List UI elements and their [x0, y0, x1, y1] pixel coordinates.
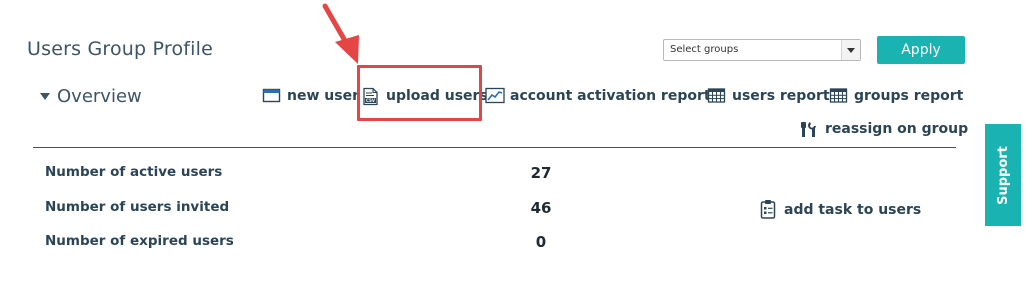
- clipboard-icon: [759, 199, 778, 220]
- account-activation-report-link[interactable]: account activation report: [485, 87, 711, 104]
- reassign-on-group-link[interactable]: reassign on group: [800, 120, 968, 137]
- account-activation-report-label: account activation report: [510, 87, 711, 104]
- reassign-on-group-label: reassign on group: [825, 120, 969, 137]
- page-title: Users Group Profile: [27, 38, 214, 60]
- overview-toggle[interactable]: Overview: [40, 86, 142, 107]
- highlight-box: [357, 65, 482, 121]
- apply-button[interactable]: Apply: [877, 36, 965, 64]
- group-select-value: Select groups: [670, 44, 739, 55]
- section-divider: [33, 147, 956, 148]
- line-chart-icon: [485, 87, 505, 104]
- groups-report-label: groups report: [854, 87, 964, 104]
- groups-report-link[interactable]: groups report: [829, 87, 963, 104]
- chevron-down-icon[interactable]: [841, 40, 860, 60]
- users-report-link[interactable]: users report: [707, 87, 830, 104]
- caret-down-icon: [40, 93, 50, 100]
- window-icon: [262, 87, 281, 104]
- stat-value-active-users: 27: [530, 164, 552, 182]
- new-user-label: new user: [287, 87, 359, 104]
- add-task-to-users-link[interactable]: add task to users: [759, 199, 921, 220]
- add-task-to-users-label: add task to users: [784, 201, 922, 218]
- stat-value-expired-users: 0: [535, 233, 547, 251]
- users-report-label: users report: [732, 87, 830, 104]
- reassign-tools-icon: [800, 120, 819, 137]
- stat-label-users-invited: Number of users invited: [45, 199, 230, 215]
- table-grid-icon: [707, 87, 726, 104]
- stat-label-expired-users: Number of expired users: [45, 233, 234, 249]
- stat-label-active-users: Number of active users: [45, 164, 223, 180]
- stat-value-users-invited: 46: [530, 199, 552, 217]
- annotation-arrow-icon: [322, 3, 359, 64]
- support-tab[interactable]: Support: [985, 124, 1021, 226]
- new-user-link[interactable]: new user: [262, 87, 359, 104]
- group-select[interactable]: Select groups: [663, 39, 861, 61]
- table-grid-icon: [829, 87, 848, 104]
- overview-heading: Overview: [57, 86, 142, 107]
- support-label: Support: [995, 145, 1011, 205]
